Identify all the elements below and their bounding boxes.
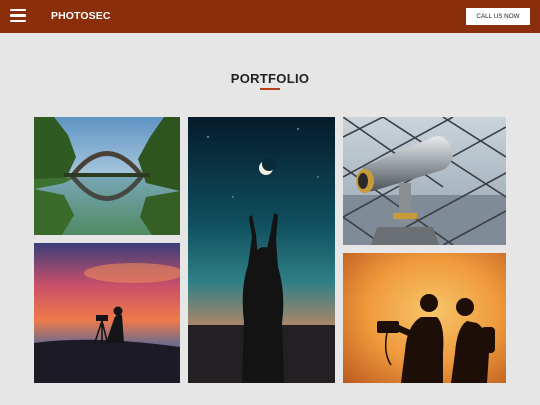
- brand-logo-text[interactable]: PHOTOSEC: [51, 10, 111, 22]
- top-header: PHOTOSEC CALL US NOW: [0, 0, 540, 33]
- portfolio-photo-moon-reach[interactable]: [188, 117, 335, 383]
- title-underline: [260, 88, 280, 90]
- two-photographers-image: [343, 253, 506, 383]
- portfolio-photo-two-photographers[interactable]: [343, 253, 506, 383]
- hamburger-menu-icon[interactable]: [10, 9, 26, 22]
- tripod-sunset-image: [34, 243, 180, 383]
- section-title: PORTFOLIO: [230, 71, 310, 86]
- moon-reach-image: [188, 117, 335, 383]
- portfolio-photo-tripod-sunset[interactable]: [34, 243, 180, 383]
- portfolio-photo-binoculars[interactable]: [343, 117, 506, 245]
- portfolio-photo-bridge[interactable]: [34, 117, 180, 235]
- binoculars-image: [343, 117, 506, 245]
- call-us-now-button[interactable]: CALL US NOW: [466, 8, 530, 25]
- bridge-image: [34, 117, 180, 235]
